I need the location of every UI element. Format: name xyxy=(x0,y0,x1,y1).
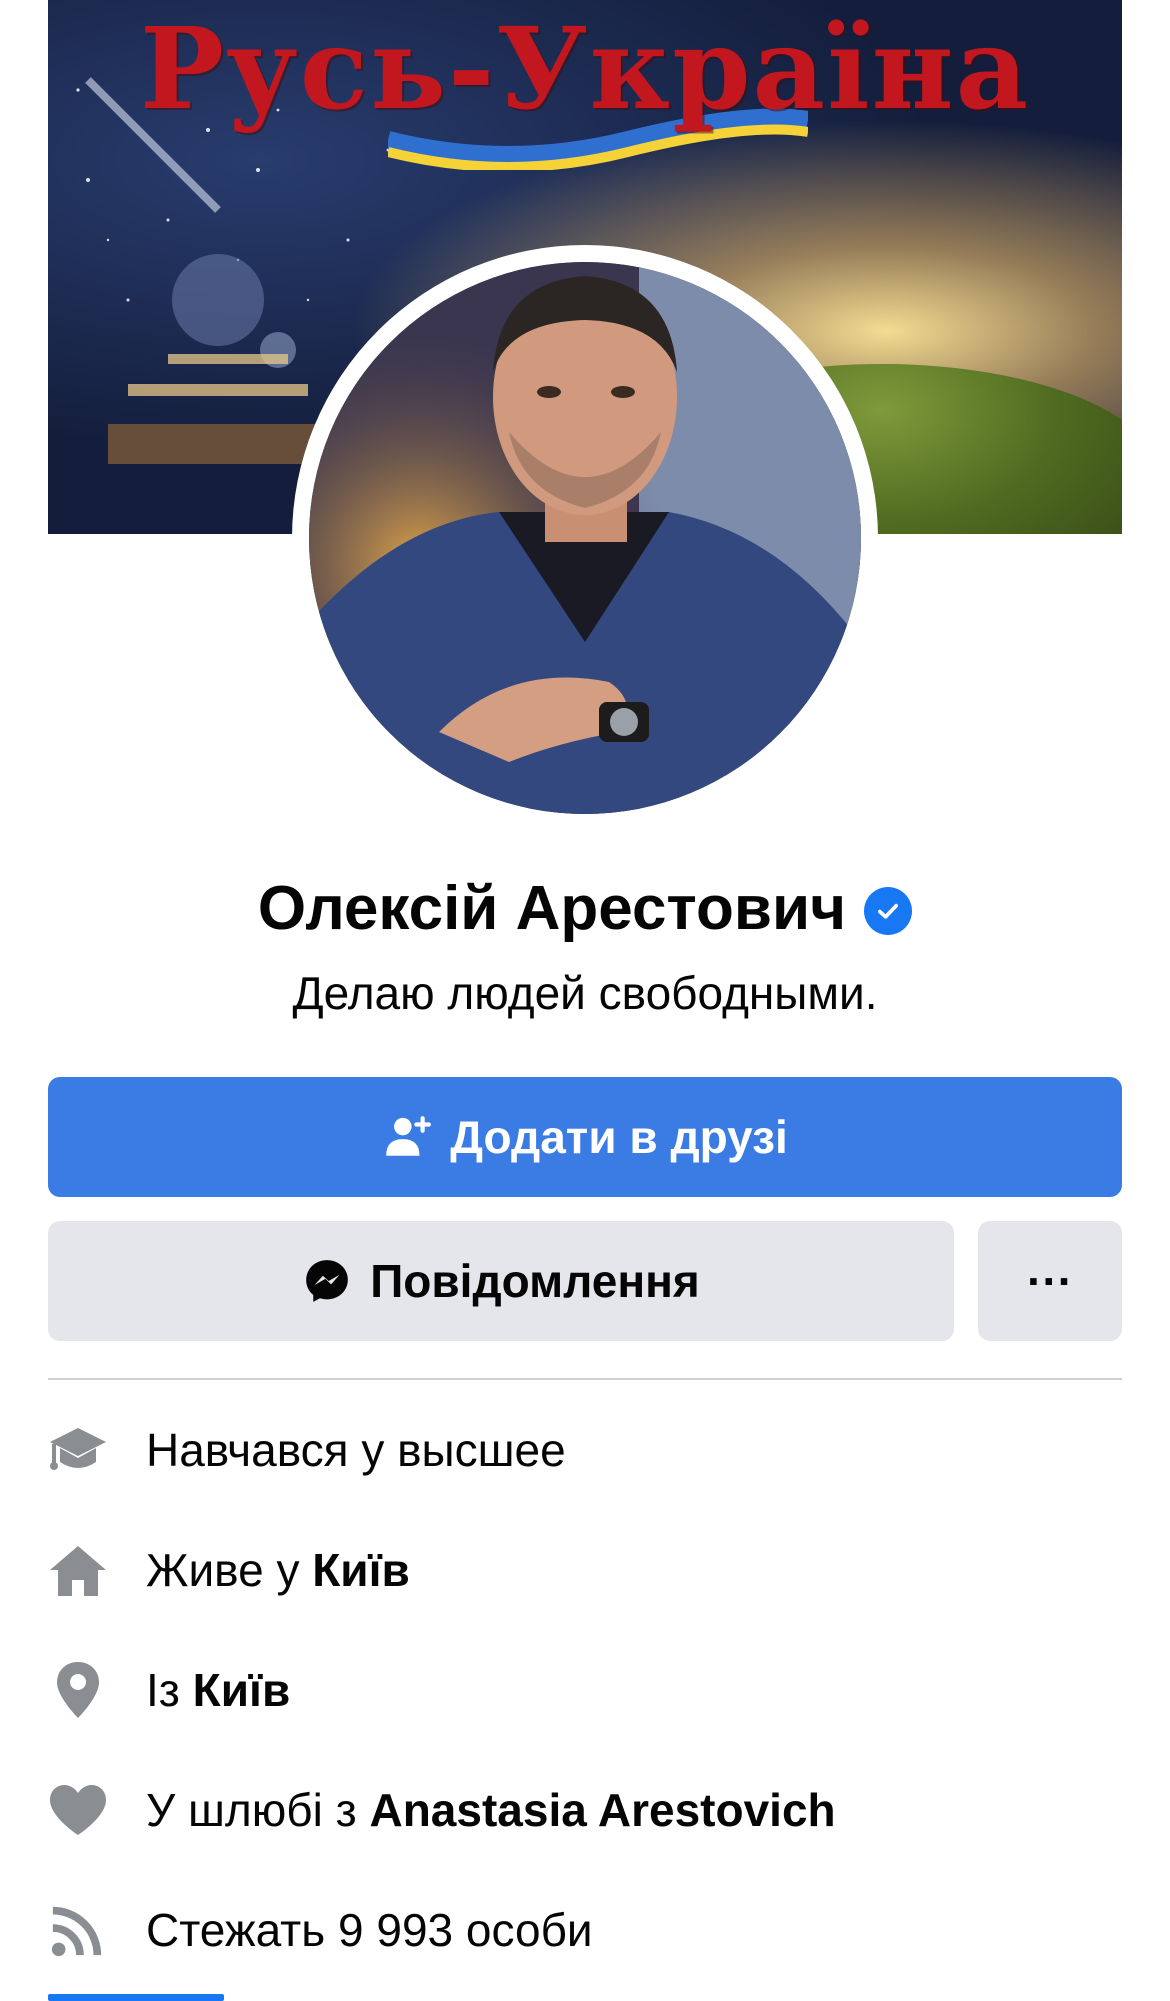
add-friend-label: Додати в друзі xyxy=(450,1111,788,1163)
info-lives-in: Живе у Київ xyxy=(48,1530,1122,1610)
from-text: Із Київ xyxy=(146,1663,290,1717)
info-relationship: У шлюбі з Anastasia Arestovich xyxy=(48,1770,1122,1850)
scroll-indicator xyxy=(48,1994,224,2001)
message-label: Повідомлення xyxy=(370,1255,700,1307)
avatar[interactable] xyxy=(309,262,861,814)
education-text: Навчався у высшее xyxy=(146,1424,566,1476)
info-followers[interactable]: Стежать 9 993 особи xyxy=(48,1890,1122,1970)
lives-in-city-link[interactable]: Київ xyxy=(312,1544,410,1596)
person-plus-icon xyxy=(382,1112,432,1162)
messenger-icon xyxy=(302,1256,352,1306)
home-icon xyxy=(48,1540,108,1600)
divider xyxy=(48,1378,1122,1380)
profile-bio: Делаю людей свободными. xyxy=(292,967,878,1019)
add-friend-button[interactable]: Додати в друзі xyxy=(48,1077,1122,1197)
location-pin-icon xyxy=(48,1660,108,1720)
graduation-cap-icon xyxy=(48,1420,108,1480)
rss-icon xyxy=(48,1900,108,1960)
info-from: Із Київ xyxy=(48,1650,1122,1730)
from-prefix: Із xyxy=(146,1664,193,1716)
relationship-prefix: У шлюбі з xyxy=(146,1784,370,1836)
info-education: Навчався у высшее xyxy=(48,1410,1122,1490)
message-button[interactable]: Повідомлення xyxy=(48,1221,954,1341)
profile-name-row: Олексій Арестович xyxy=(0,868,1170,948)
lives-in-prefix: Живе у xyxy=(146,1544,313,1596)
relationship-partner-link[interactable]: Anastasia Arestovich xyxy=(369,1784,835,1836)
verified-badge-icon xyxy=(864,887,913,935)
profile-page: Русь-Україна Олексій Арестович Делаю люд… xyxy=(0,0,1170,2001)
lives-in-text: Живе у Київ xyxy=(146,1543,410,1597)
heart-icon xyxy=(48,1780,108,1840)
followers-text: Стежать 9 993 особи xyxy=(146,1904,593,1956)
relationship-text: У шлюбі з Anastasia Arestovich xyxy=(146,1783,836,1837)
from-city-link[interactable]: Київ xyxy=(193,1664,291,1716)
more-options-button[interactable]: ··· xyxy=(978,1221,1122,1341)
avatar-photo xyxy=(309,262,861,814)
cover-title: Русь-Україна xyxy=(139,4,1031,135)
profile-name: Олексій Арестович xyxy=(257,873,847,943)
more-dots-icon: ··· xyxy=(1027,1255,1073,1307)
